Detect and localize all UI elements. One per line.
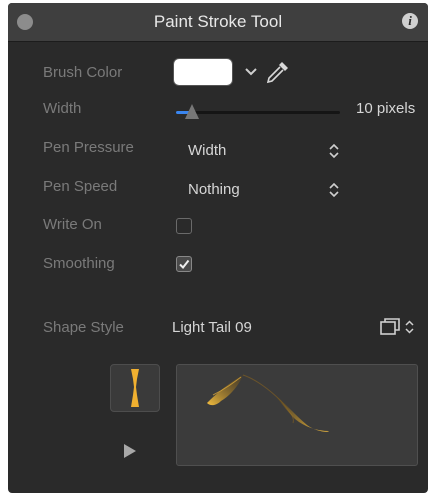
shape-style-label: Shape Style xyxy=(43,319,124,336)
eyedropper-icon[interactable] xyxy=(265,59,291,85)
preset-browser-icon[interactable] xyxy=(380,317,418,337)
stroke-preview xyxy=(176,364,418,466)
write-on-label: Write On xyxy=(43,216,102,233)
pen-pressure-label: Pen Pressure xyxy=(43,139,134,156)
play-icon[interactable] xyxy=(124,444,136,458)
width-slider[interactable] xyxy=(176,104,340,119)
pen-speed-popup[interactable]: Nothing xyxy=(188,181,240,198)
smoothing-label: Smoothing xyxy=(43,255,115,272)
width-label: Width xyxy=(43,100,82,117)
updown-arrows-icon[interactable] xyxy=(329,182,339,198)
title-bar[interactable]: Paint Stroke Tool i xyxy=(8,3,428,42)
window-title: Paint Stroke Tool xyxy=(153,12,283,31)
info-icon[interactable]: i xyxy=(402,13,418,29)
paint-stroke-hud: Paint Stroke Tool i Brush Color Width 10… xyxy=(8,3,428,493)
updown-arrows-icon[interactable] xyxy=(329,143,339,159)
width-value: 10 pixels xyxy=(356,100,416,117)
checkmark-icon xyxy=(179,259,190,270)
chevron-down-icon[interactable] xyxy=(245,66,257,80)
brush-color-swatch[interactable] xyxy=(174,59,232,85)
write-on-checkbox[interactable] xyxy=(176,218,192,234)
shape-thumbnail[interactable] xyxy=(110,364,160,412)
pen-pressure-popup[interactable]: Width xyxy=(188,142,226,159)
pen-speed-label: Pen Speed xyxy=(43,178,118,195)
width-slider-knob[interactable] xyxy=(185,104,200,119)
shape-style-value: Light Tail 09 xyxy=(172,319,252,336)
smoothing-checkbox[interactable] xyxy=(176,256,192,272)
brush-color-label: Brush Color xyxy=(43,64,123,81)
